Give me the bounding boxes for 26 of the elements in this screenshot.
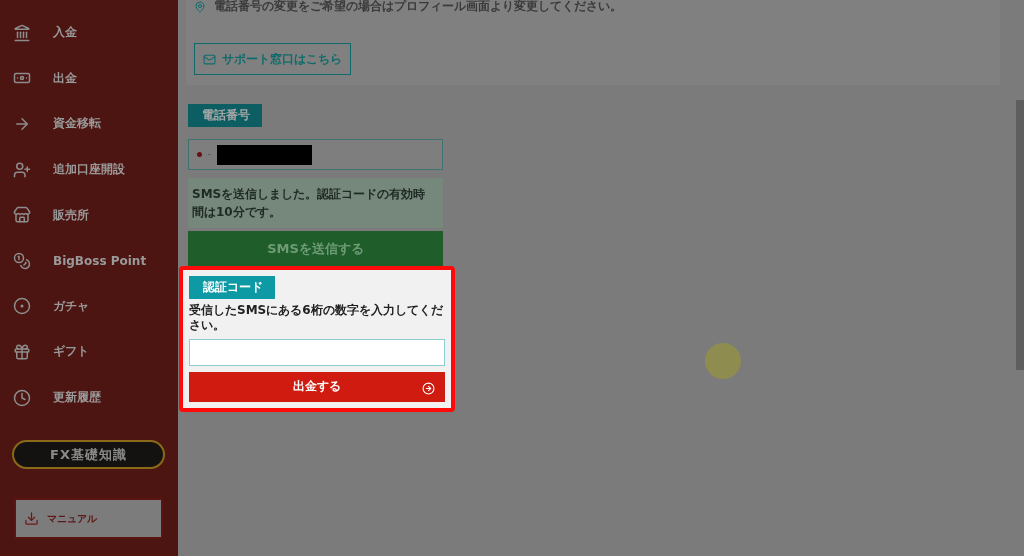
separator: - — [208, 150, 211, 159]
manual-button[interactable]: マニュアル — [14, 498, 163, 540]
sidebar-item[interactable]: 更新履歴 — [0, 374, 178, 421]
sidebar-item[interactable]: BigBoss Point — [0, 237, 178, 284]
arrow-circle-icon — [422, 381, 435, 395]
cursor-highlight-icon — [705, 343, 741, 379]
fx-basics-button[interactable]: FX基礎知識 — [12, 440, 165, 470]
flag-icon — [197, 152, 202, 157]
sidebar-item[interactable]: 追加口座開設 — [0, 146, 178, 193]
phone-label: 電話番号 — [188, 104, 262, 127]
withdraw-button[interactable]: 出金する — [189, 371, 445, 402]
code-hint: 受信したSMSにある6桁の数字を入力してください。 — [189, 303, 444, 333]
pin-icon — [194, 0, 206, 13]
notice-text: 電話番号の変更をご希望の場合はプロフィール画面より変更してください。 — [214, 0, 622, 15]
sidebar-item[interactable]: 入金 — [0, 10, 178, 56]
code-label: 認証コード — [189, 276, 275, 299]
sidebar-item[interactable]: ギフト — [0, 329, 178, 375]
sidebar-item[interactable]: 出金 — [0, 55, 178, 102]
sidebar-item[interactable]: ガチャ — [0, 283, 178, 330]
sms-sent-message: SMSを送信しました。認証コードの有効時間は10分です。 — [188, 178, 443, 228]
sidebar-item[interactable]: 販売所 — [0, 192, 178, 238]
mail-icon — [203, 52, 216, 66]
shop-icon — [11, 206, 33, 225]
download-icon — [24, 511, 39, 527]
code-input-field[interactable] — [189, 339, 445, 366]
sidebar-item[interactable]: 資金移転 — [0, 101, 178, 147]
